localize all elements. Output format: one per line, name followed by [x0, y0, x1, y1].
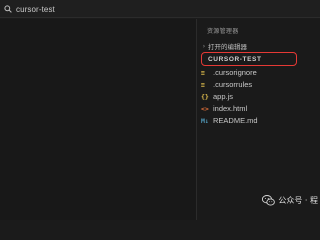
open-editors-section[interactable]: › 打开的编辑器 — [200, 41, 318, 52]
file-name: app.js — [213, 92, 234, 101]
search-icon — [4, 5, 12, 13]
markdown-file-icon: M↓ — [201, 116, 209, 125]
file-name: .cursorignore — [213, 68, 257, 77]
file-item-app-js[interactable]: {} app.js — [201, 91, 317, 102]
file-item-cursorignore[interactable]: ≡ .cursorignore — [201, 67, 317, 78]
file-name: .cursorrules — [213, 80, 253, 89]
open-editors-label: 打开的编辑器 — [208, 43, 247, 51]
file-item-readme-md[interactable]: M↓ README.md — [201, 115, 317, 126]
settings-file-icon: ≡ — [201, 68, 205, 77]
search-bar[interactable]: cursor-test — [2, 2, 192, 16]
editor-area[interactable] — [0, 19, 196, 220]
javascript-file-icon: {} — [201, 92, 209, 101]
file-item-index-html[interactable]: <> index.html — [201, 103, 317, 114]
explorer-title: 资源管理器 — [207, 28, 239, 35]
file-name: index.html — [213, 104, 248, 113]
html-file-icon: <> — [201, 104, 209, 113]
settings-file-icon: ≡ — [201, 80, 205, 89]
file-name: README.md — [213, 116, 258, 125]
wechat-icon — [262, 194, 276, 206]
chevron-right-icon: › — [202, 42, 206, 50]
file-item-cursorrules[interactable]: ≡ .cursorrules — [201, 79, 317, 90]
explorer-sidebar: 资源管理器 › 打开的编辑器 CURSOR-TEST ≡ .cursorigno… — [197, 19, 320, 220]
search-text: cursor-test — [16, 4, 55, 14]
watermark-text: 公众号 · 程 — [278, 195, 318, 205]
folder-label: CURSOR-TEST — [208, 55, 262, 63]
title-bar: cursor-test — [0, 0, 320, 18]
folder-cursor-test[interactable]: CURSOR-TEST — [201, 52, 297, 66]
watermark: 公众号 · 程 — [262, 193, 318, 207]
